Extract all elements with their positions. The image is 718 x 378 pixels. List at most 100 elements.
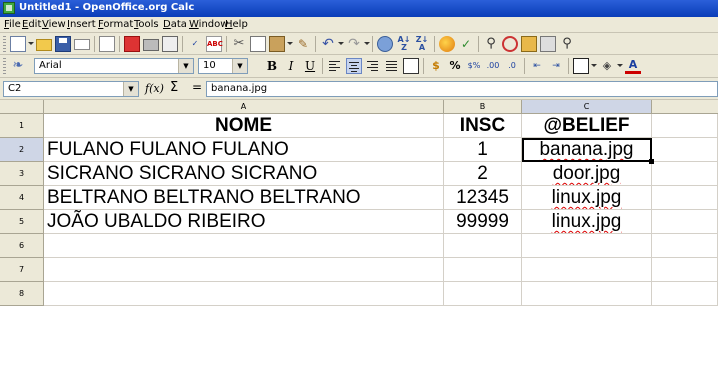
increase-indent-icon[interactable]: ⇥ [548,58,564,74]
formula-input[interactable]: banana.jpg [206,81,718,97]
borders-icon[interactable] [573,58,589,74]
cell-c5[interactable]: linux.jpg [522,210,652,234]
navigator-icon[interactable] [502,36,518,52]
cell-c7[interactable] [522,258,652,282]
underline-icon[interactable]: U [302,58,318,74]
cell-c8[interactable] [522,282,652,306]
cell-d5[interactable] [652,210,718,234]
column-header-d[interactable] [652,100,718,114]
print-icon[interactable] [143,39,159,51]
chevron-down-icon[interactable]: ▼ [178,59,193,73]
menu-help[interactable]: Help [225,19,248,30]
chart-icon[interactable] [439,36,455,52]
background-color-icon[interactable]: ◈ [599,58,615,74]
menu-edit[interactable]: Edit [22,19,41,30]
row-header-6[interactable]: 6 [0,234,44,258]
select-all-corner[interactable] [0,100,44,114]
menu-window[interactable]: Window [189,19,228,30]
cell-a8[interactable] [44,282,444,306]
export-pdf-icon[interactable] [124,36,140,52]
menu-format[interactable]: Format [98,19,133,30]
cell-b4[interactable]: 12345 [444,186,522,210]
clone-formatting-icon[interactable]: ✎ [295,36,311,52]
cell-c3[interactable]: door.jpg [522,162,652,186]
cell-d8[interactable] [652,282,718,306]
cell-a6[interactable] [44,234,444,258]
cell-a7[interactable] [44,258,444,282]
standard-number-format-icon[interactable]: $% [466,58,482,74]
cut-icon[interactable]: ✂ [231,36,247,52]
cell-a1[interactable]: NOME [44,114,444,138]
cell-b3[interactable]: 2 [444,162,522,186]
column-header-b[interactable]: B [444,100,522,114]
cell-d6[interactable] [652,234,718,258]
chevron-down-icon[interactable]: ▼ [123,82,138,96]
copy-icon[interactable] [250,36,266,52]
font-size-combo[interactable]: 10 ▼ [198,58,248,74]
page-preview-icon[interactable] [162,36,178,52]
font-name-combo[interactable]: Arial ▼ [34,58,194,74]
cell-a5[interactable]: JOÃO UBALDO RIBEIRO [44,210,444,234]
row-header-1[interactable]: 1 [0,114,44,138]
menu-view[interactable]: View [42,19,66,30]
save-icon[interactable] [55,36,71,52]
cell-b6[interactable] [444,234,522,258]
italic-icon[interactable]: I [283,58,299,74]
row-header-2[interactable]: 2 [0,138,44,162]
name-box[interactable]: C2 ▼ [3,81,139,97]
background-dropdown-icon[interactable] [617,64,623,67]
cell-b5[interactable]: 99999 [444,210,522,234]
redo-dropdown-icon[interactable] [364,42,370,45]
cell-b7[interactable] [444,258,522,282]
spellcheck-icon[interactable]: ✓ [187,36,203,52]
cell-d1[interactable] [652,114,718,138]
align-left-icon[interactable] [327,58,343,74]
remove-decimal-icon[interactable]: .0 [504,58,520,74]
new-dropdown-icon[interactable] [28,42,34,45]
data-sources-icon[interactable] [540,36,556,52]
align-right-icon[interactable] [365,58,381,74]
row-header-4[interactable]: 4 [0,186,44,210]
find-replace-icon[interactable]: ⚲ [483,36,499,52]
cell-b8[interactable] [444,282,522,306]
merge-cells-icon[interactable] [403,58,419,74]
autospellcheck-icon[interactable]: ABC [206,36,223,52]
undo-icon[interactable]: ↶ [320,36,336,52]
open-folder-icon[interactable] [36,39,52,51]
cell-d2[interactable] [652,138,718,162]
row-header-7[interactable]: 7 [0,258,44,282]
cell-a3[interactable]: SICRANO SICRANO SICRANO [44,162,444,186]
bold-icon[interactable]: B [264,58,280,74]
sum-icon[interactable]: Σ [170,80,178,95]
cell-a2[interactable]: FULANO FULANO FULANO [44,138,444,162]
sort-ascending-icon[interactable]: A↓ Z [396,36,412,52]
email-icon[interactable] [74,39,90,50]
paste-icon[interactable] [269,36,285,52]
toolbar-grip-icon[interactable] [3,58,6,74]
hyperlink-icon[interactable] [377,36,393,52]
column-header-a[interactable]: A [44,100,444,114]
currency-format-icon[interactable]: $ [428,58,444,74]
cell-c1[interactable]: @BELIEF [522,114,652,138]
new-document-icon[interactable] [10,36,26,52]
cell-d7[interactable] [652,258,718,282]
menu-file[interactable]: File [4,19,21,30]
chevron-down-icon[interactable]: ▼ [232,59,247,73]
undo-dropdown-icon[interactable] [338,42,344,45]
function-wizard-icon[interactable]: f(x) [145,82,164,95]
justify-icon[interactable] [384,58,400,74]
menu-tools[interactable]: Tools [134,19,159,30]
row-header-8[interactable]: 8 [0,282,44,306]
cell-a4[interactable]: BELTRANO BELTRANO BELTRANO [44,186,444,210]
autofill-handle[interactable] [649,159,654,164]
styles-formatting-icon[interactable]: ❧ [10,58,26,74]
edit-file-icon[interactable] [99,36,115,52]
zoom-icon[interactable]: ⚲ [559,36,575,52]
cell-d4[interactable] [652,186,718,210]
align-center-icon[interactable] [346,58,362,74]
borders-dropdown-icon[interactable] [591,64,597,67]
cell-d3[interactable] [652,162,718,186]
cell-b1[interactable]: INSC [444,114,522,138]
cell-b2[interactable]: 1 [444,138,522,162]
function-icon[interactable]: = [192,80,202,94]
